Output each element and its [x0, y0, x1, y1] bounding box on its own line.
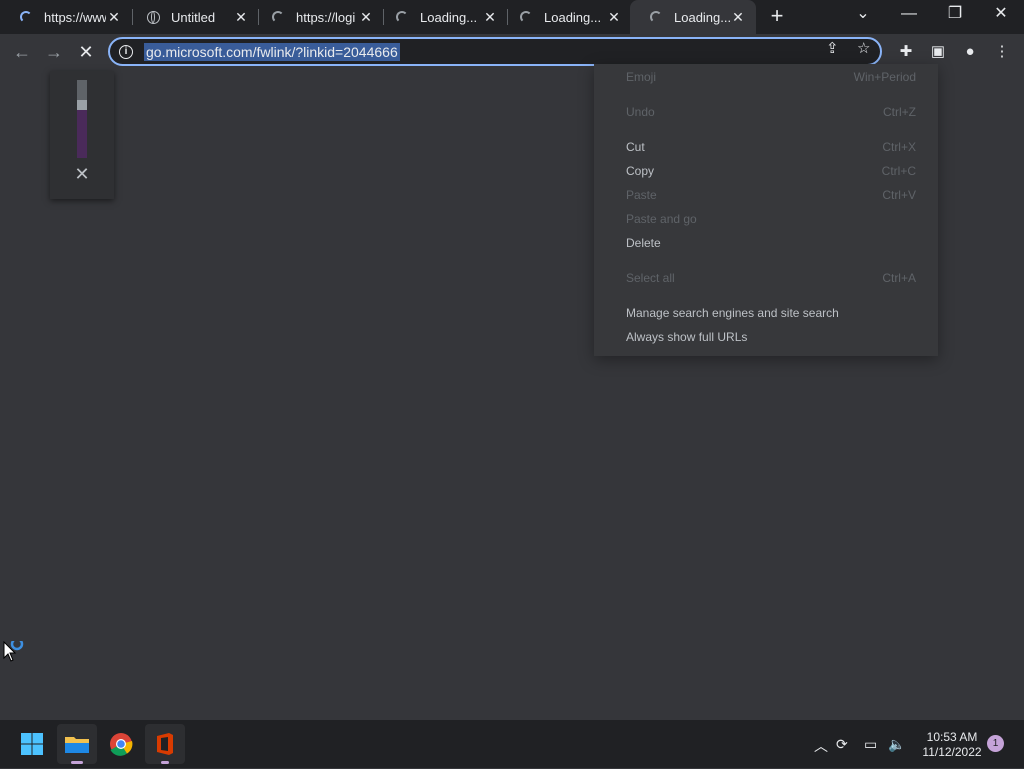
menu-item-manage-search-engines[interactable]: Manage search engines and site search — [626, 304, 916, 322]
start-icon — [21, 733, 43, 755]
tab-title: Loading... — [420, 9, 478, 25]
loading-spinner-icon — [518, 9, 534, 25]
tab-3[interactable]: https://logi ✕ — [252, 0, 384, 34]
close-popup-icon[interactable]: ✕ — [74, 165, 90, 183]
forward-button[interactable]: → — [40, 38, 68, 66]
notification-badge[interactable]: 1 — [987, 735, 1004, 752]
bookmark-star-icon[interactable]: ☆ — [857, 39, 870, 57]
volume-muted-icon[interactable]: 🔈 — [888, 736, 905, 753]
menu-item-undo[interactable]: Undo Ctrl+Z — [626, 103, 916, 121]
menu-item-emoji[interactable]: Emoji Win+Period — [626, 68, 916, 86]
tab-title: https://www — [44, 9, 106, 25]
loading-spinner-icon — [18, 9, 34, 25]
office-button[interactable] — [145, 724, 185, 764]
file-explorer-button[interactable] — [57, 724, 97, 764]
menu-item-always-show-full-urls[interactable]: Always show full URLs — [626, 328, 916, 346]
taskbar: ︿ ⟳ ▭ 🔈 — [0, 720, 1024, 768]
slider-thumb[interactable] — [77, 100, 87, 110]
loading-spinner-icon — [270, 9, 286, 25]
more-menu-icon[interactable]: ⋮ — [990, 40, 1014, 64]
office-icon — [157, 733, 173, 764]
menu-item-copy[interactable]: Copy Ctrl+C — [626, 162, 916, 180]
globe-icon — [145, 9, 161, 25]
tab-6-active[interactable]: Loading... ✕ — [630, 0, 756, 34]
chrome-button[interactable] — [101, 724, 141, 764]
show-hidden-icons-chevron-icon[interactable]: ︿ — [814, 736, 828, 756]
close-tab-icon[interactable]: ✕ — [606, 9, 622, 25]
clock-date: 11/12/2022 — [922, 745, 982, 759]
level-popup: ✕ — [50, 71, 114, 199]
mouse-cursor-busy-icon — [3, 637, 27, 668]
close-window-button[interactable]: ✕ — [978, 0, 1024, 30]
menu-item-paste[interactable]: Paste Ctrl+V — [626, 186, 916, 204]
close-tab-icon[interactable]: ✕ — [730, 9, 746, 25]
menu-item-select-all[interactable]: Select all Ctrl+A — [626, 269, 916, 287]
side-panel-icon[interactable]: ▣ — [926, 40, 950, 64]
extensions-puzzle-icon[interactable]: ✚ — [894, 40, 918, 64]
close-tab-icon[interactable]: ✕ — [482, 9, 498, 25]
clock-time: 10:53 AM — [926, 730, 978, 744]
taskbar-clock[interactable]: 10:53 AM 11/12/2022 — [912, 730, 992, 760]
loading-spinner-icon — [394, 9, 410, 25]
tab-2[interactable]: Untitled ✕ — [127, 0, 259, 34]
close-tab-icon[interactable]: ✕ — [233, 9, 249, 25]
tab-title: Loading... — [674, 9, 730, 25]
tab-search-chevron-icon[interactable]: ⌄ — [840, 0, 886, 30]
level-slider[interactable] — [77, 80, 87, 158]
close-tab-icon[interactable]: ✕ — [358, 9, 374, 25]
close-tab-icon[interactable]: ✕ — [106, 9, 122, 25]
tab-5[interactable]: Loading... ✕ — [500, 0, 632, 34]
share-icon[interactable]: ⇪ — [826, 39, 839, 57]
start-button[interactable] — [12, 724, 52, 764]
minimize-button[interactable]: — — [886, 0, 932, 30]
chrome-icon — [110, 733, 133, 756]
menu-item-delete[interactable]: Delete — [626, 234, 916, 252]
tab-4[interactable]: Loading... ✕ — [376, 0, 508, 34]
address-bar-url[interactable]: go.microsoft.com/fwlink/?linkid=2044666 — [144, 42, 400, 61]
menu-item-cut[interactable]: Cut Ctrl+X — [626, 138, 916, 156]
menu-item-paste-and-go[interactable]: Paste and go — [626, 210, 916, 228]
address-bar[interactable]: i go.microsoft.com/fwlink/?linkid=204466… — [108, 37, 882, 66]
tab-title: https://logi — [296, 9, 356, 25]
network-icon[interactable]: ▭ — [864, 736, 877, 753]
tab-1[interactable]: https://www ✕ — [0, 0, 132, 34]
tab-title: Untitled — [171, 9, 216, 25]
tab-title: Loading... — [544, 9, 602, 25]
file-explorer-icon — [65, 737, 89, 764]
stop-loading-button[interactable]: ✕ — [72, 38, 100, 66]
context-menu: Emoji Win+Period Undo Ctrl+Z Cut Ctrl+X … — [594, 64, 938, 356]
loading-spinner-icon — [648, 9, 664, 25]
restore-button[interactable]: ❐ — [932, 0, 978, 30]
tab-strip: https://www ✕ Untitled ✕ https://logi ✕ … — [0, 0, 1024, 34]
profile-avatar-icon[interactable]: ● — [958, 40, 982, 64]
sync-status-icon[interactable]: ⟳ — [836, 736, 848, 753]
new-tab-button[interactable]: + — [766, 5, 788, 28]
site-info-icon[interactable]: i — [119, 44, 133, 59]
back-button[interactable]: ← — [8, 38, 36, 66]
